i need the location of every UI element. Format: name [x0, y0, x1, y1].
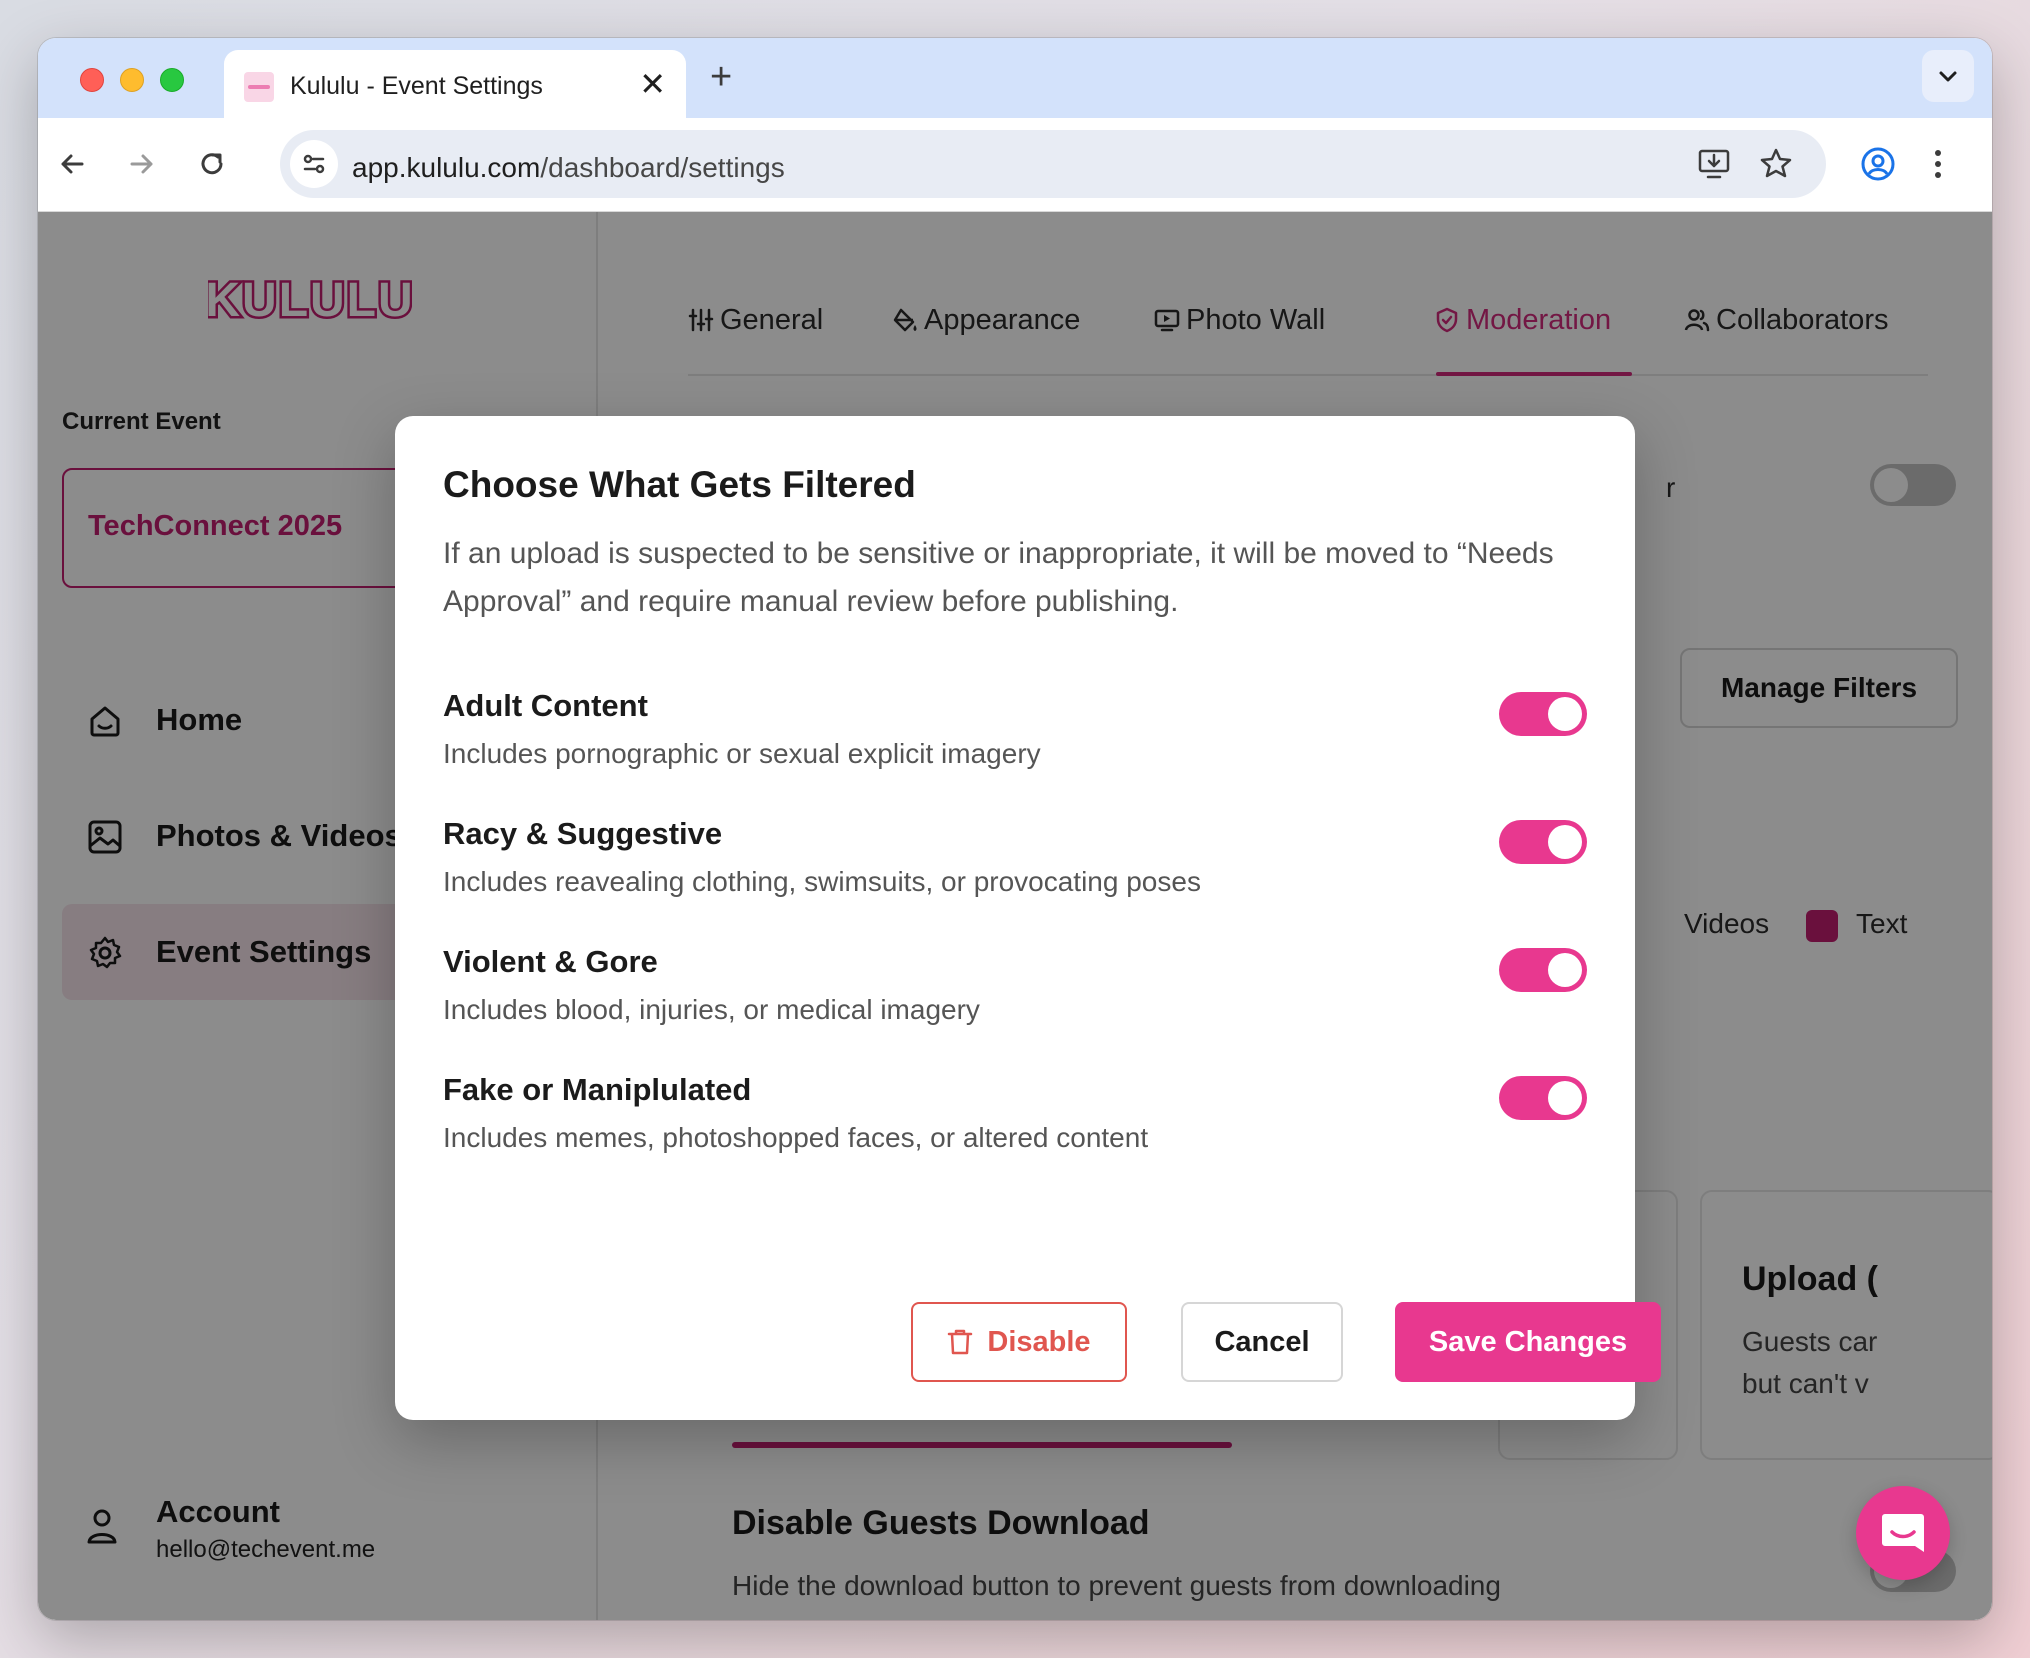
tab-search-button[interactable] — [1922, 50, 1974, 102]
filter-description: Includes reavealing clothing, swimsuits,… — [443, 866, 1201, 897]
toggle-knob — [1548, 697, 1582, 731]
install-app-icon[interactable] — [1694, 144, 1734, 184]
disable-button[interactable]: Disable — [911, 1302, 1127, 1382]
browser-menu-icon[interactable] — [1928, 144, 1948, 184]
filter-row-violent-gore: Violent & Gore Includes blood, injuries,… — [443, 944, 1587, 1044]
tab-strip: Kululu - Event Settings ✕ + — [38, 38, 1992, 118]
close-tab-icon[interactable]: ✕ — [639, 68, 666, 100]
trash-icon — [948, 1329, 973, 1355]
filter-description: Includes memes, photoshopped faces, or a… — [443, 1122, 1149, 1153]
dialog-title: Choose What Gets Filtered — [443, 464, 916, 505]
tab-title: Kululu - Event Settings — [290, 72, 543, 100]
toggle-knob — [1548, 1081, 1582, 1115]
close-window-button[interactable] — [80, 68, 104, 92]
reload-icon[interactable] — [194, 146, 230, 182]
adult-content-toggle[interactable] — [1499, 692, 1587, 736]
filter-description: Includes blood, injuries, or medical ima… — [443, 994, 980, 1025]
browser-toolbar: app.kululu.com/dashboard/settings — [38, 118, 1992, 212]
violent-gore-toggle[interactable] — [1499, 948, 1587, 992]
filter-description: Includes pornographic or sexual explicit… — [443, 738, 1041, 769]
filter-title: Racy & Suggestive — [443, 816, 723, 851]
filter-settings-dialog: Choose What Gets Filtered If an upload i… — [395, 416, 1661, 1420]
chat-icon — [1882, 1514, 1924, 1552]
disable-label: Disable — [987, 1325, 1091, 1358]
minimize-window-button[interactable] — [120, 68, 144, 92]
fake-manipulated-toggle[interactable] — [1499, 1076, 1587, 1120]
browser-tab[interactable]: Kululu - Event Settings ✕ — [224, 50, 686, 118]
chat-button[interactable] — [1856, 1486, 1950, 1580]
dialog-description: If an upload is suspected to be sensitiv… — [443, 537, 1554, 618]
profile-icon[interactable] — [1858, 144, 1898, 184]
filter-title: Violent & Gore — [443, 944, 658, 979]
toggle-knob — [1548, 953, 1582, 987]
toggle-knob — [1548, 825, 1582, 859]
browser-window: Kululu - Event Settings ✕ + app.kululu.c… — [38, 38, 1992, 1620]
new-tab-button[interactable]: + — [710, 58, 732, 96]
bookmark-star-icon[interactable] — [1756, 144, 1796, 184]
filter-title: Fake or Maniplulated — [443, 1072, 752, 1107]
maximize-window-button[interactable] — [160, 68, 184, 92]
filter-row-adult-content: Adult Content Includes pornographic or s… — [443, 688, 1587, 788]
cancel-button[interactable]: Cancel — [1181, 1302, 1343, 1382]
url-text[interactable]: app.kululu.com/dashboard/settings — [352, 152, 785, 184]
chevron-down-icon — [1939, 71, 1957, 82]
save-changes-button[interactable]: Save Changes — [1395, 1302, 1661, 1382]
racy-suggestive-toggle[interactable] — [1499, 820, 1587, 864]
forward-icon[interactable] — [124, 146, 160, 182]
url-path: /dashboard/settings — [540, 152, 785, 183]
site-settings-icon[interactable] — [290, 140, 338, 188]
filter-row-racy-suggestive: Racy & Suggestive Includes reavealing cl… — [443, 816, 1587, 916]
url-host: app.kululu.com — [352, 152, 541, 183]
back-icon[interactable] — [54, 146, 90, 182]
filter-row-fake-manipulated: Fake or Maniplulated Includes memes, pho… — [443, 1072, 1587, 1172]
filter-title: Adult Content — [443, 688, 648, 723]
favicon-icon — [244, 72, 274, 102]
